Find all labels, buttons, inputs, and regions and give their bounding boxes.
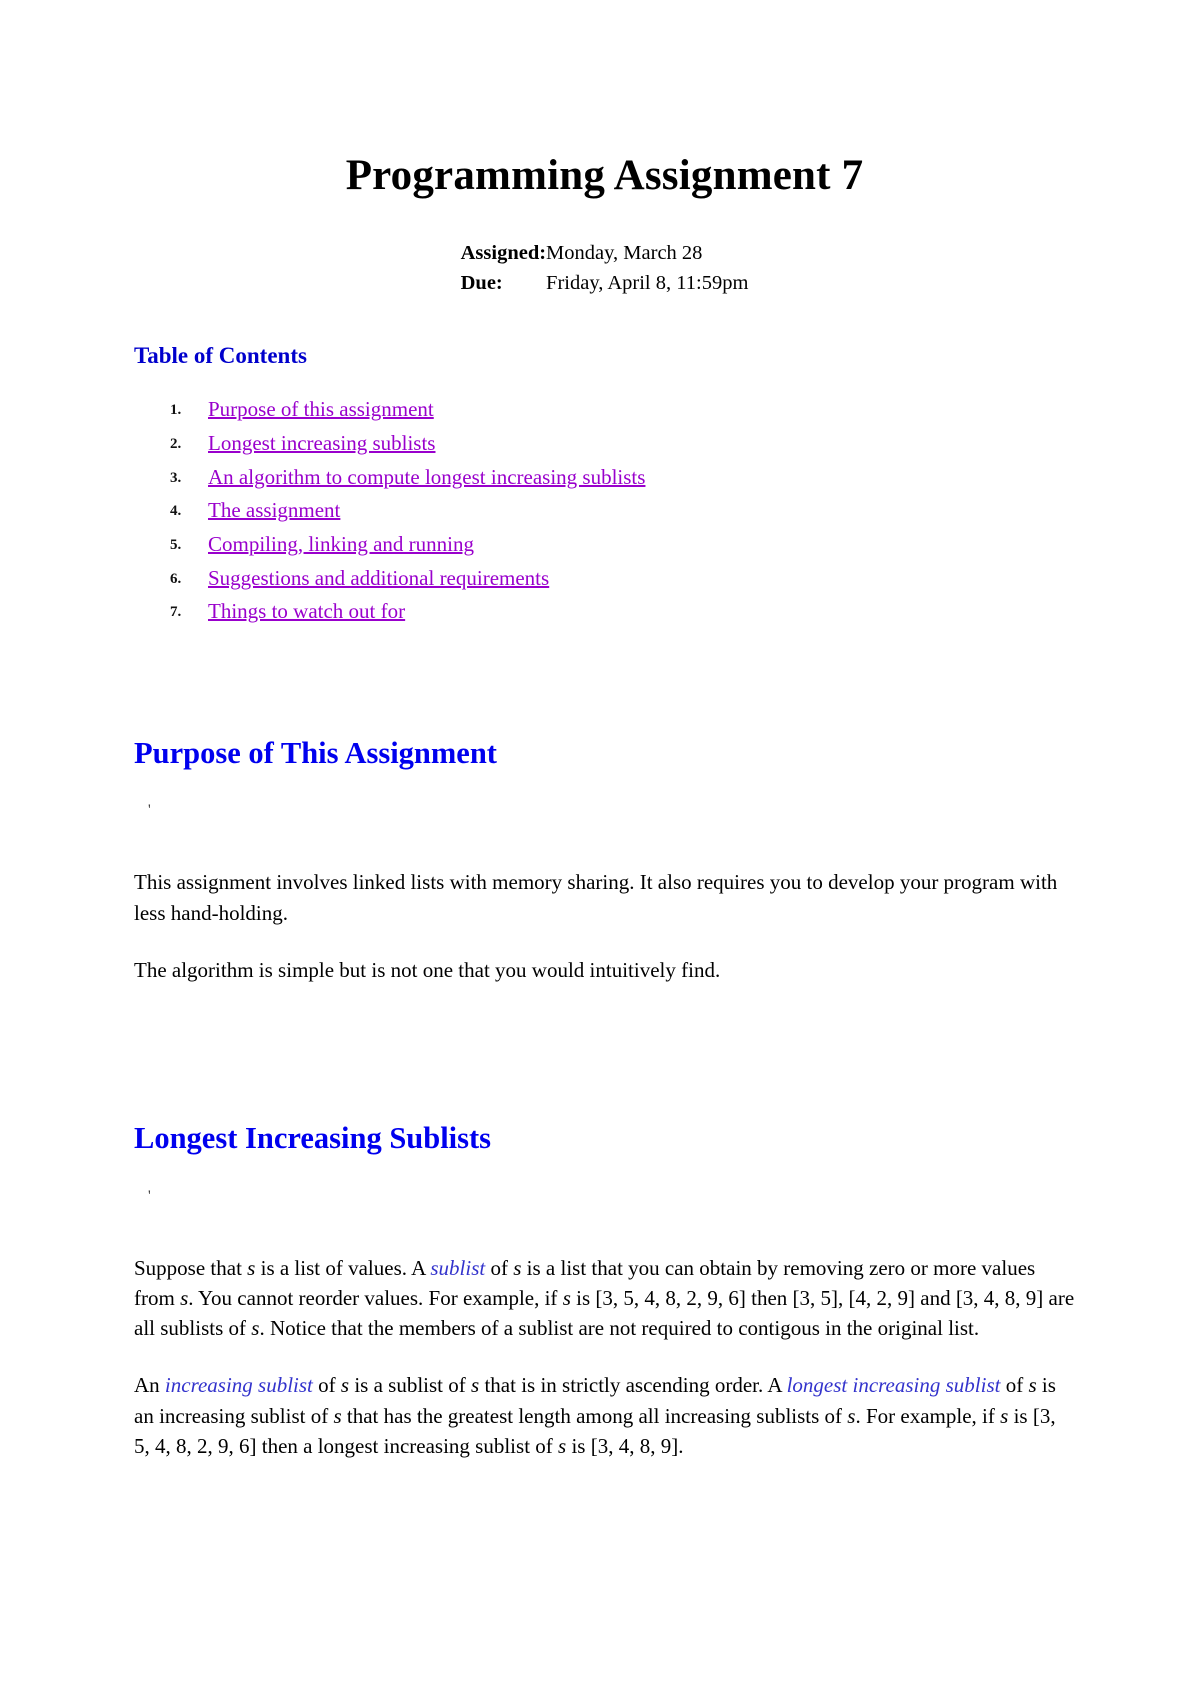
variable-s: s (558, 1433, 567, 1458)
toc-link-algorithm[interactable]: An algorithm to compute longest increasi… (208, 465, 645, 489)
emphasis-longest-increasing-sublist: longest increasing sublist (786, 1373, 1001, 1398)
due-value: Friday, April 8, 11:59pm (546, 272, 749, 295)
section-heading-purpose: Purpose of This Assignment (134, 735, 497, 770)
stray-apostrophe-mark: ' (148, 802, 151, 819)
variable-s: s (1028, 1373, 1037, 1398)
text-fragment: of (312, 1373, 341, 1398)
text-fragment: is a list of values. A (255, 1255, 431, 1280)
list-item: An algorithm to compute longest increasi… (170, 463, 1075, 491)
due-label: Due: (460, 272, 503, 295)
text-fragment: . For example, if (855, 1403, 1001, 1428)
text-fragment: is [3, 4, 8, 9]. (566, 1433, 684, 1458)
table-of-contents-list: Purpose of this assignment Longest incre… (134, 369, 1075, 625)
variable-s: s (562, 1285, 571, 1310)
list-item: Things to watch out for (170, 597, 1075, 625)
assigned-row: Assigned: Monday, March 28 (461, 238, 749, 268)
due-row: Due: Friday, April 8, 11:59pm (461, 268, 749, 298)
section-heading-longest-increasing-sublists: Longest Increasing Sublists (134, 1121, 492, 1156)
toc-link-compiling-linking-running[interactable]: Compiling, linking and running (208, 532, 474, 556)
text-fragment: is a sublist of (349, 1373, 472, 1398)
purpose-paragraph-1: This assignment involves linked lists wi… (134, 870, 1058, 925)
emphasis-increasing-sublist: increasing sublist (164, 1373, 313, 1398)
variable-s: s (333, 1403, 342, 1428)
purpose-paragraph-2: The algorithm is simple but is not one t… (134, 957, 721, 982)
text-fragment: of (485, 1255, 514, 1280)
list-item: Longest increasing sublists (170, 429, 1075, 457)
list-item: Compiling, linking and running (170, 530, 1075, 558)
variable-s: s (471, 1373, 480, 1398)
toc-link-things-to-watch-out-for[interactable]: Things to watch out for (208, 599, 405, 623)
page-title: Programming Assignment 7 (345, 152, 864, 199)
list-item: The assignment (170, 496, 1075, 524)
list-item: Suggestions and additional requirements (170, 564, 1075, 592)
assigned-label: Assigned: (460, 242, 547, 265)
stray-apostrophe-mark: ' (148, 1187, 151, 1204)
assignment-dates-block: Assigned: Monday, March 28 Due: Friday, … (134, 238, 1075, 299)
assigned-value: Monday, March 28 (546, 242, 703, 265)
variable-s: s (340, 1373, 350, 1398)
sublists-paragraph-2: An increasing sublist of s is a sublist … (134, 1343, 1075, 1461)
toc-link-suggestions[interactable]: Suggestions and additional requirements (208, 566, 549, 590)
text-fragment: . You cannot reorder values. For example… (188, 1285, 563, 1310)
list-item: Purpose of this assignment (170, 395, 1075, 423)
toc-link-longest-increasing-sublists[interactable]: Longest increasing sublists (208, 431, 435, 455)
table-of-contents-heading: Table of Contents (134, 342, 307, 368)
text-fragment: . Notice that the members of a sublist a… (259, 1316, 980, 1341)
text-fragment: An (134, 1373, 165, 1398)
text-fragment: of (1000, 1373, 1029, 1398)
text-fragment: Suppose that (134, 1255, 248, 1280)
toc-link-purpose[interactable]: Purpose of this assignment (208, 397, 434, 421)
emphasis-sublist: sublist (430, 1255, 486, 1280)
sublists-paragraph-1: Suppose that s is a list of values. A su… (134, 1203, 1075, 1344)
document-page: Programming Assignment 7 Assigned: Monda… (0, 0, 1200, 1698)
text-fragment: that has the greatest length among all i… (341, 1403, 848, 1428)
text-fragment: that is in strictly ascending order. A (479, 1373, 787, 1398)
toc-link-the-assignment[interactable]: The assignment (208, 498, 340, 522)
assignment-dates-table: Assigned: Monday, March 28 Due: Friday, … (461, 238, 749, 299)
